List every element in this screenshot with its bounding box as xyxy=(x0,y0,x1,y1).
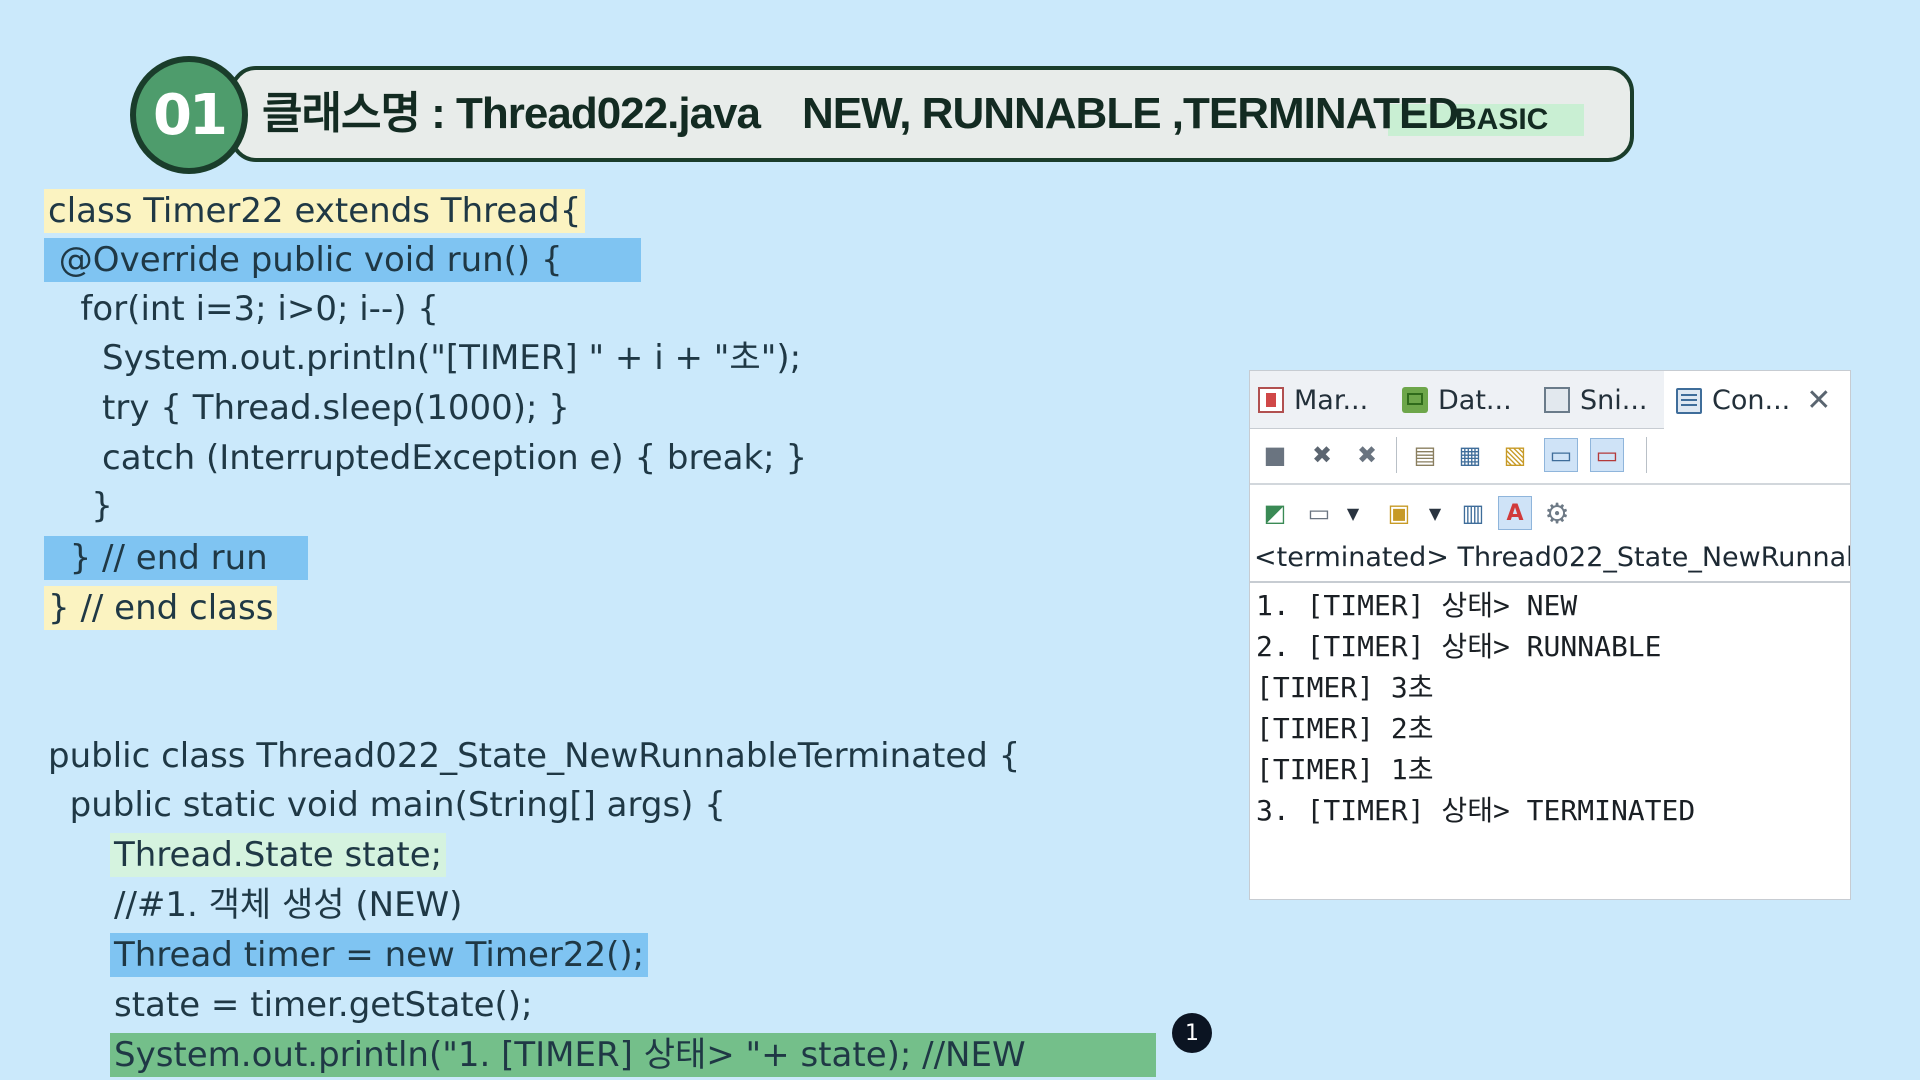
remove-all-terminated-icon[interactable]: ✖ xyxy=(1350,438,1384,472)
console-output-line: [TIMER] 3초 xyxy=(1256,671,1434,704)
chevron-down-icon[interactable]: ▼ xyxy=(1336,496,1370,530)
toolbar-separator xyxy=(1396,437,1397,473)
word-wrap-icon[interactable]: ▧ xyxy=(1498,438,1532,472)
console-icon xyxy=(1676,387,1702,414)
snippets-icon xyxy=(1544,387,1570,413)
tab-label: Mar... xyxy=(1294,384,1369,416)
code-line: } // end run xyxy=(44,536,308,580)
console-toolbar: ■ ✖ ✖ ▤ ▦ ▧ ▭ ▭ xyxy=(1250,431,1850,479)
gear-icon[interactable]: ⚙ xyxy=(1540,496,1574,530)
code-line: System.out.println("[TIMER] " + i + "초")… xyxy=(48,338,802,378)
class-name-label: 클래스명 : Thread022.java xyxy=(262,89,761,138)
clear-console-icon[interactable]: ▥ xyxy=(1456,496,1490,530)
console-output-line: [TIMER] 1초 xyxy=(1256,753,1434,786)
view-tab-bar: Mar... Dat... Sni... Con... ✕ xyxy=(1250,371,1850,430)
markers-icon xyxy=(1258,387,1284,413)
code-line: for(int i=3; i>0; i--) { xyxy=(48,289,439,329)
console-output-line: 2. [TIMER] 상태> RUNNABLE xyxy=(1256,630,1662,663)
data-source-icon xyxy=(1402,387,1428,413)
tab-data-source[interactable]: Dat... xyxy=(1402,371,1512,429)
toolbar-divider xyxy=(1250,483,1850,485)
tab-label: Dat... xyxy=(1438,384,1512,416)
tab-label: Sni... xyxy=(1580,384,1648,416)
terminate-icon[interactable]: ■ xyxy=(1258,438,1292,472)
open-console-icon[interactable]: ▣ xyxy=(1382,496,1416,530)
console-toolbar-secondary: ◩ ▭ ▼ ▣ ▼ ▥ A ⚙ xyxy=(1250,489,1850,537)
chevron-down-icon[interactable]: ▼ xyxy=(1418,496,1452,530)
thread-states-label: NEW, RUNNABLE ,TERMINATED xyxy=(802,89,1459,138)
basic-tag: BASIC xyxy=(1455,103,1549,136)
scroll-lock-icon[interactable]: ▦ xyxy=(1453,438,1487,472)
code-line: Thread.State state; xyxy=(110,833,447,877)
code-line: } xyxy=(48,486,113,526)
show-on-stderr-icon[interactable]: ▭ xyxy=(1590,438,1624,472)
section-number-badge: 01 xyxy=(130,56,248,174)
code-line: public static void main(String[] args) { xyxy=(48,785,726,825)
pin-console-icon[interactable]: ◩ xyxy=(1258,496,1292,530)
tab-console[interactable]: Con... ✕ xyxy=(1664,371,1850,430)
step-marker: 1 xyxy=(1172,1013,1212,1053)
close-icon[interactable]: ✕ xyxy=(1806,383,1831,418)
toolbar-separator xyxy=(1646,437,1647,473)
console-output-line: [TIMER] 2초 xyxy=(1256,712,1434,745)
page-title: 클래스명 : Thread022.java NEW, RUNNABLE ,TERM… xyxy=(262,84,1459,144)
code-line: state = timer.getState(); xyxy=(114,985,533,1025)
code-line: catch (InterruptedException e) { break; … xyxy=(48,438,808,478)
console-output-line: 3. [TIMER] 상태> TERMINATED xyxy=(1256,794,1696,827)
tab-markers[interactable]: Mar... xyxy=(1258,371,1368,429)
status-divider xyxy=(1250,581,1850,583)
copy-icon[interactable]: ▤ xyxy=(1408,438,1442,472)
section-number: 01 xyxy=(153,82,228,148)
console-status: <terminated> Thread022_State_NewRunnable… xyxy=(1254,542,1850,573)
code-line: Thread timer = new Timer22(); xyxy=(110,933,649,977)
code-line: public class Thread022_State_NewRunnable… xyxy=(48,736,1021,776)
code-line: } // end class xyxy=(44,586,278,630)
console-output-line: 1. [TIMER] 상태> NEW xyxy=(1256,589,1578,622)
console-view: Mar... Dat... Sni... Con... ✕ ■ ✖ ✖ ▤ ▦ … xyxy=(1249,370,1851,900)
show-on-stdout-icon[interactable]: ▭ xyxy=(1544,438,1578,472)
code-line: System.out.println("1. [TIMER] 상태> "+ st… xyxy=(110,1033,1156,1077)
display-console-icon[interactable]: ▭ xyxy=(1302,496,1336,530)
remove-launch-icon[interactable]: ✖ xyxy=(1305,438,1339,472)
ansi-color-icon[interactable]: A xyxy=(1498,496,1532,530)
code-line: @Override public void run() { xyxy=(44,238,641,282)
code-line: class Timer22 extends Thread{ xyxy=(44,189,586,233)
tab-snippets[interactable]: Sni... xyxy=(1544,371,1648,429)
code-line: //#1. 객체 생성 (NEW) xyxy=(114,885,463,925)
tab-label: Con... xyxy=(1712,385,1791,416)
code-line: try { Thread.sleep(1000); } xyxy=(48,388,570,428)
